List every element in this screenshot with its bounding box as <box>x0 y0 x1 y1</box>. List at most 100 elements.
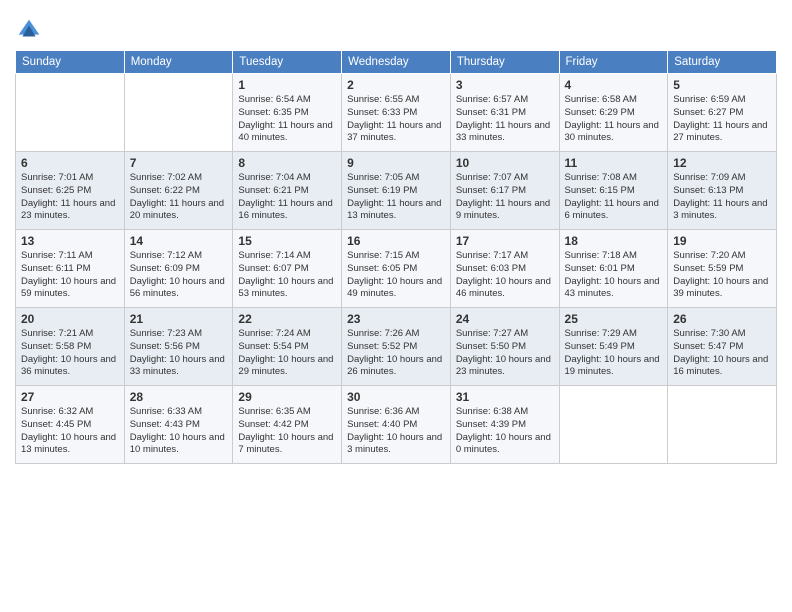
weekday-header-sunday: Sunday <box>16 51 125 74</box>
day-detail: Sunrise: 7:04 AM Sunset: 6:21 PM Dayligh… <box>238 172 336 223</box>
day-number: 6 <box>21 156 119 170</box>
day-cell <box>124 74 233 152</box>
day-cell: 24 Sunrise: 7:27 AM Sunset: 5:50 PM Dayli… <box>450 308 559 386</box>
day-number: 31 <box>456 390 554 404</box>
logo-icon <box>15 16 43 44</box>
day-number: 21 <box>130 312 228 326</box>
day-number: 7 <box>130 156 228 170</box>
day-number: 16 <box>347 234 445 248</box>
day-cell <box>559 386 668 464</box>
day-number: 23 <box>347 312 445 326</box>
weekday-header-thursday: Thursday <box>450 51 559 74</box>
weekday-header-row: SundayMondayTuesdayWednesdayThursdayFrid… <box>16 51 777 74</box>
day-detail: Sunrise: 6:35 AM Sunset: 4:42 PM Dayligh… <box>238 406 336 457</box>
day-cell: 18Sunrise: 7:18 AM Sunset: 6:01 PM Dayli… <box>559 230 668 308</box>
day-detail: Sunrise: 7:08 AM Sunset: 6:15 PM Dayligh… <box>565 172 663 223</box>
day-number: 11 <box>565 156 663 170</box>
day-detail: Sunrise: 7:29 AM Sunset: 5:49 PM Dayligh… <box>565 328 663 379</box>
day-cell: 21 Sunrise: 7:23 AM Sunset: 5:56 PM Dayli… <box>124 308 233 386</box>
day-number: 3 <box>456 78 554 92</box>
day-detail: Sunrise: 7:01 AM Sunset: 6:25 PM Dayligh… <box>21 172 119 223</box>
day-detail: Sunrise: 6:59 AM Sunset: 6:27 PM Dayligh… <box>673 94 771 145</box>
day-number: 12 <box>673 156 771 170</box>
weekday-header-tuesday: Tuesday <box>233 51 342 74</box>
day-cell: 15 Sunrise: 7:14 AM Sunset: 6:07 PM Dayli… <box>233 230 342 308</box>
day-cell: 8 Sunrise: 7:04 AM Sunset: 6:21 PM Daylig… <box>233 152 342 230</box>
day-detail: Sunrise: 6:38 AM Sunset: 4:39 PM Dayligh… <box>456 406 554 457</box>
day-cell: 1Sunrise: 6:54 AM Sunset: 6:35 PM Daylig… <box>233 74 342 152</box>
day-number: 30 <box>347 390 445 404</box>
day-number: 13 <box>21 234 119 248</box>
day-cell: 3 Sunrise: 6:57 AM Sunset: 6:31 PM Daylig… <box>450 74 559 152</box>
day-number: 20 <box>21 312 119 326</box>
day-number: 26 <box>673 312 771 326</box>
day-number: 19 <box>673 234 771 248</box>
day-cell: 26 Sunrise: 7:30 AM Sunset: 5:47 PM Dayli… <box>668 308 777 386</box>
day-number: 10 <box>456 156 554 170</box>
day-detail: Sunrise: 6:55 AM Sunset: 6:33 PM Dayligh… <box>347 94 445 145</box>
week-row-2: 6 Sunrise: 7:01 AM Sunset: 6:25 PM Daylig… <box>16 152 777 230</box>
day-cell: 23 Sunrise: 7:26 AM Sunset: 5:52 PM Dayli… <box>342 308 451 386</box>
day-number: 22 <box>238 312 336 326</box>
day-detail: Sunrise: 6:33 AM Sunset: 4:43 PM Dayligh… <box>130 406 228 457</box>
day-number: 24 <box>456 312 554 326</box>
day-detail: Sunrise: 7:11 AM Sunset: 6:11 PM Dayligh… <box>21 250 119 301</box>
day-detail: Sunrise: 7:30 AM Sunset: 5:47 PM Dayligh… <box>673 328 771 379</box>
day-number: 2 <box>347 78 445 92</box>
day-detail: Sunrise: 7:15 AM Sunset: 6:05 PM Dayligh… <box>347 250 445 301</box>
day-detail: Sunrise: 7:26 AM Sunset: 5:52 PM Dayligh… <box>347 328 445 379</box>
day-detail: Sunrise: 6:54 AM Sunset: 6:35 PM Dayligh… <box>238 94 336 145</box>
day-detail: Sunrise: 7:18 AM Sunset: 6:01 PM Dayligh… <box>565 250 663 301</box>
day-number: 27 <box>21 390 119 404</box>
day-number: 5 <box>673 78 771 92</box>
day-detail: Sunrise: 6:57 AM Sunset: 6:31 PM Dayligh… <box>456 94 554 145</box>
day-cell <box>16 74 125 152</box>
day-cell: 2 Sunrise: 6:55 AM Sunset: 6:33 PM Daylig… <box>342 74 451 152</box>
day-cell: 13 Sunrise: 7:11 AM Sunset: 6:11 PM Dayli… <box>16 230 125 308</box>
day-detail: Sunrise: 6:32 AM Sunset: 4:45 PM Dayligh… <box>21 406 119 457</box>
day-detail: Sunrise: 7:20 AM Sunset: 5:59 PM Dayligh… <box>673 250 771 301</box>
day-detail: Sunrise: 7:17 AM Sunset: 6:03 PM Dayligh… <box>456 250 554 301</box>
day-detail: Sunrise: 7:12 AM Sunset: 6:09 PM Dayligh… <box>130 250 228 301</box>
logo <box>15 16 47 44</box>
weekday-header-monday: Monday <box>124 51 233 74</box>
day-cell: 28 Sunrise: 6:33 AM Sunset: 4:43 PM Dayli… <box>124 386 233 464</box>
day-cell: 31 Sunrise: 6:38 AM Sunset: 4:39 PM Dayli… <box>450 386 559 464</box>
week-row-1: 1Sunrise: 6:54 AM Sunset: 6:35 PM Daylig… <box>16 74 777 152</box>
day-detail: Sunrise: 7:27 AM Sunset: 5:50 PM Dayligh… <box>456 328 554 379</box>
day-cell <box>668 386 777 464</box>
day-cell: 19 Sunrise: 7:20 AM Sunset: 5:59 PM Dayli… <box>668 230 777 308</box>
day-detail: Sunrise: 6:36 AM Sunset: 4:40 PM Dayligh… <box>347 406 445 457</box>
day-cell: 9 Sunrise: 7:05 AM Sunset: 6:19 PM Daylig… <box>342 152 451 230</box>
day-detail: Sunrise: 7:21 AM Sunset: 5:58 PM Dayligh… <box>21 328 119 379</box>
day-cell: 29 Sunrise: 6:35 AM Sunset: 4:42 PM Dayli… <box>233 386 342 464</box>
page: SundayMondayTuesdayWednesdayThursdayFrid… <box>0 0 792 612</box>
header <box>15 10 777 44</box>
day-detail: Sunrise: 7:24 AM Sunset: 5:54 PM Dayligh… <box>238 328 336 379</box>
day-number: 15 <box>238 234 336 248</box>
day-detail: Sunrise: 7:05 AM Sunset: 6:19 PM Dayligh… <box>347 172 445 223</box>
day-cell: 6 Sunrise: 7:01 AM Sunset: 6:25 PM Daylig… <box>16 152 125 230</box>
day-number: 9 <box>347 156 445 170</box>
day-number: 29 <box>238 390 336 404</box>
day-number: 8 <box>238 156 336 170</box>
day-cell: 10Sunrise: 7:07 AM Sunset: 6:17 PM Dayli… <box>450 152 559 230</box>
day-cell: 14 Sunrise: 7:12 AM Sunset: 6:09 PM Dayli… <box>124 230 233 308</box>
week-row-3: 13 Sunrise: 7:11 AM Sunset: 6:11 PM Dayli… <box>16 230 777 308</box>
day-cell: 4Sunrise: 6:58 AM Sunset: 6:29 PM Daylig… <box>559 74 668 152</box>
day-detail: Sunrise: 7:23 AM Sunset: 5:56 PM Dayligh… <box>130 328 228 379</box>
day-detail: Sunrise: 7:02 AM Sunset: 6:22 PM Dayligh… <box>130 172 228 223</box>
calendar: SundayMondayTuesdayWednesdayThursdayFrid… <box>15 50 777 464</box>
day-cell: 12 Sunrise: 7:09 AM Sunset: 6:13 PM Dayli… <box>668 152 777 230</box>
day-number: 14 <box>130 234 228 248</box>
day-cell: 22 Sunrise: 7:24 AM Sunset: 5:54 PM Dayli… <box>233 308 342 386</box>
day-detail: Sunrise: 7:14 AM Sunset: 6:07 PM Dayligh… <box>238 250 336 301</box>
day-detail: Sunrise: 7:09 AM Sunset: 6:13 PM Dayligh… <box>673 172 771 223</box>
day-cell: 20 Sunrise: 7:21 AM Sunset: 5:58 PM Dayli… <box>16 308 125 386</box>
day-number: 25 <box>565 312 663 326</box>
day-cell: 5 Sunrise: 6:59 AM Sunset: 6:27 PM Daylig… <box>668 74 777 152</box>
week-row-5: 27 Sunrise: 6:32 AM Sunset: 4:45 PM Dayli… <box>16 386 777 464</box>
day-cell: 11 Sunrise: 7:08 AM Sunset: 6:15 PM Dayli… <box>559 152 668 230</box>
day-number: 28 <box>130 390 228 404</box>
weekday-header-wednesday: Wednesday <box>342 51 451 74</box>
